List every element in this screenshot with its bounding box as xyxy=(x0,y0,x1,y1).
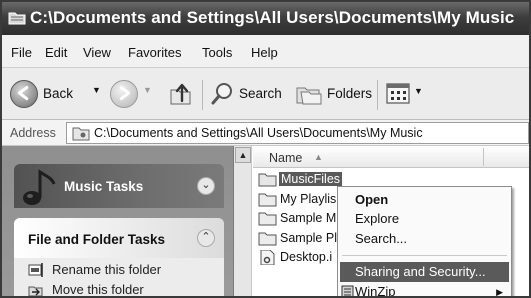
views-dropdown-icon[interactable]: ▼ xyxy=(414,86,423,96)
file-name: Sample Pl xyxy=(280,231,337,245)
rename-folder-link[interactable]: Rename this folder xyxy=(52,262,161,277)
context-open[interactable]: Open xyxy=(355,192,388,207)
back-arrow-icon xyxy=(17,86,29,101)
sort-ascending-icon: ▲ xyxy=(314,152,323,162)
context-search[interactable]: Search... xyxy=(355,231,407,246)
toolbar-separator xyxy=(202,80,203,110)
explorer-window: C:\Documents and Settings\All Users\Docu… xyxy=(0,0,531,298)
music-note-icon xyxy=(23,169,56,205)
task-pane: Music Tasks ⌄ File and Folder Tasks ⌃ Re… xyxy=(2,146,234,296)
context-menu: Open Explore Search... Sharing and Secur… xyxy=(337,186,512,297)
context-sharing-security[interactable]: Sharing and Security... xyxy=(355,264,486,279)
file-name: Desktop.i xyxy=(280,250,333,264)
menu-file[interactable]: File xyxy=(11,45,32,60)
context-explore[interactable]: Explore xyxy=(355,211,399,226)
views-grid-icon[interactable] xyxy=(386,82,412,106)
folder-icon xyxy=(72,127,90,141)
collapse-chevron-icon[interactable]: ⌄ xyxy=(197,177,215,195)
folders-button-label[interactable]: Folders xyxy=(327,86,372,101)
menu-edit[interactable]: Edit xyxy=(45,45,67,60)
address-bar: Address C:\Documents and Settings\All Us… xyxy=(2,120,529,146)
address-label: Address xyxy=(10,126,56,140)
menu-view[interactable]: View xyxy=(83,45,111,60)
move-folder-link[interactable]: Move this folder xyxy=(52,282,144,296)
forward-dropdown-icon[interactable]: ▼ xyxy=(143,85,152,95)
music-tasks-title: Music Tasks xyxy=(64,179,144,194)
folder-icon xyxy=(258,232,277,246)
file-folder-tasks-panel: File and Folder Tasks ⌃ Rename this fold… xyxy=(14,218,224,296)
forward-button[interactable] xyxy=(110,80,138,108)
forward-arrow-icon xyxy=(119,86,131,101)
file-folder-tasks-title: File and Folder Tasks xyxy=(28,232,166,247)
music-tasks-header[interactable]: Music Tasks ⌄ xyxy=(14,164,224,208)
menu-bar: File Edit View Favorites Tools Help xyxy=(2,35,529,68)
magnifier-icon[interactable] xyxy=(210,81,234,107)
scroll-up-arrow-icon[interactable]: ▲ xyxy=(235,147,251,163)
folders-icon[interactable] xyxy=(295,82,323,106)
submenu-arrow-icon: ▶ xyxy=(496,287,503,297)
file-name: My Playlis xyxy=(280,192,337,206)
file-name: Sample M xyxy=(280,211,337,225)
winzip-icon xyxy=(341,285,354,296)
file-folder-tasks-header[interactable]: File and Folder Tasks ⌃ xyxy=(14,218,224,258)
menu-tools[interactable]: Tools xyxy=(202,45,232,60)
back-dropdown-icon[interactable]: ▼ xyxy=(92,85,101,95)
folder-icon xyxy=(258,193,277,207)
address-value[interactable]: C:\Documents and Settings\All Users\Docu… xyxy=(94,126,423,140)
toolbar: Back ▼ ▼ Search Folders ▼ xyxy=(2,68,529,120)
column-name-label: Name xyxy=(269,151,303,165)
settings-file-icon xyxy=(260,250,275,265)
context-separator xyxy=(342,255,507,256)
folder-icon xyxy=(258,212,277,226)
collapse-chevron-icon[interactable]: ⌃ xyxy=(197,229,215,247)
file-name: MusicFiles xyxy=(279,172,343,186)
menu-favorites[interactable]: Favorites xyxy=(128,45,181,60)
toolbar-separator xyxy=(377,80,378,110)
column-header-name[interactable]: Name ▲ xyxy=(253,146,529,168)
rename-icon xyxy=(28,263,43,277)
address-input[interactable]: C:\Documents and Settings\All Users\Docu… xyxy=(66,122,529,144)
column-divider[interactable] xyxy=(483,148,484,166)
menu-help[interactable]: Help xyxy=(251,45,278,60)
title-bar[interactable]: C:\Documents and Settings\All Users\Docu… xyxy=(2,2,529,35)
window-title: C:\Documents and Settings\All Users\Docu… xyxy=(30,8,515,27)
back-label[interactable]: Back xyxy=(43,86,73,101)
up-folder-icon[interactable] xyxy=(168,80,194,108)
move-icon xyxy=(28,286,43,296)
context-winzip[interactable]: WinZip xyxy=(355,284,395,296)
search-button-label[interactable]: Search xyxy=(239,86,282,101)
vertical-scrollbar[interactable]: ▲ xyxy=(234,146,252,296)
folder-icon xyxy=(258,173,277,187)
back-button[interactable] xyxy=(10,80,38,108)
folder-icon xyxy=(8,12,26,25)
